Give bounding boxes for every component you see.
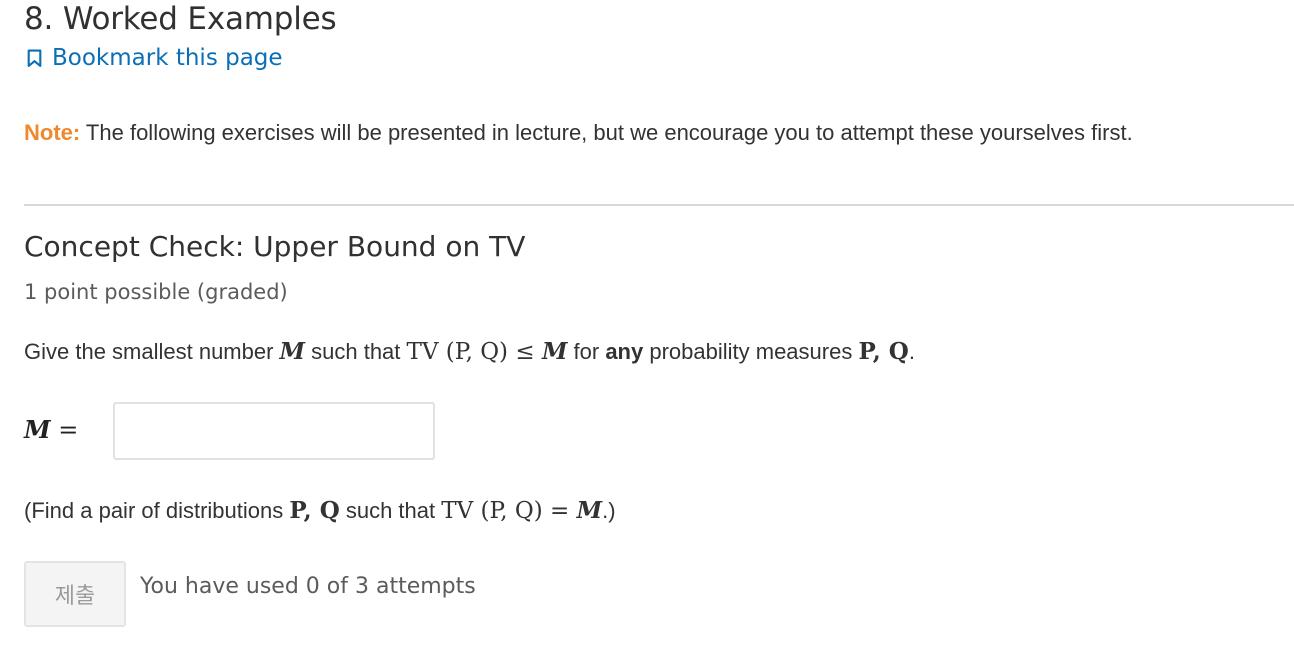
hint-text: (Find a pair of distributions P, Q such … (24, 497, 616, 524)
note-text: The following exercises will be presente… (80, 120, 1133, 145)
question-end: . (908, 339, 915, 364)
question-var: M (279, 338, 306, 365)
bookmark-label: Bookmark this page (52, 45, 283, 71)
hint-var: M (576, 497, 603, 524)
note-label: Note: (24, 120, 81, 145)
submit-button[interactable]: 제출 (24, 561, 126, 627)
hint-measures: P, Q (289, 497, 340, 524)
question-mid: such that (305, 339, 407, 364)
answer-input[interactable] (113, 402, 435, 460)
question-measures: P, Q (858, 338, 909, 365)
question-suffix: probability measures (643, 339, 859, 364)
note-paragraph: Note: The following exercises will be pr… (24, 120, 1133, 146)
question-text: Give the smallest number M such that TV … (24, 338, 915, 365)
hint-end: .) (602, 498, 616, 523)
bookmark-link[interactable]: Bookmark this page (26, 45, 283, 71)
section-divider (24, 204, 1294, 206)
page-title: 8. Worked Examples (24, 1, 337, 37)
question-prefix: Give the smallest number (24, 339, 280, 364)
question-expr: TV (P, Q) ≤ (406, 339, 542, 365)
question-any: any (605, 339, 644, 364)
hint-expr: TV (P, Q) = (441, 498, 577, 524)
hint-prefix: (Find a pair of distributions (24, 498, 290, 523)
hint-mid: such that (339, 498, 442, 523)
question-for: for (567, 339, 606, 364)
problem-title: Concept Check: Upper Bound on TV (24, 230, 526, 263)
points-possible: 1 point possible (graded) (24, 280, 288, 304)
attempts-text: You have used 0 of 3 attempts (140, 574, 476, 599)
answer-label: M = (24, 415, 78, 444)
bookmark-icon (27, 49, 42, 67)
answer-label-var: M (24, 415, 51, 444)
answer-label-eq: = (50, 416, 79, 444)
question-var2: M (541, 338, 568, 365)
